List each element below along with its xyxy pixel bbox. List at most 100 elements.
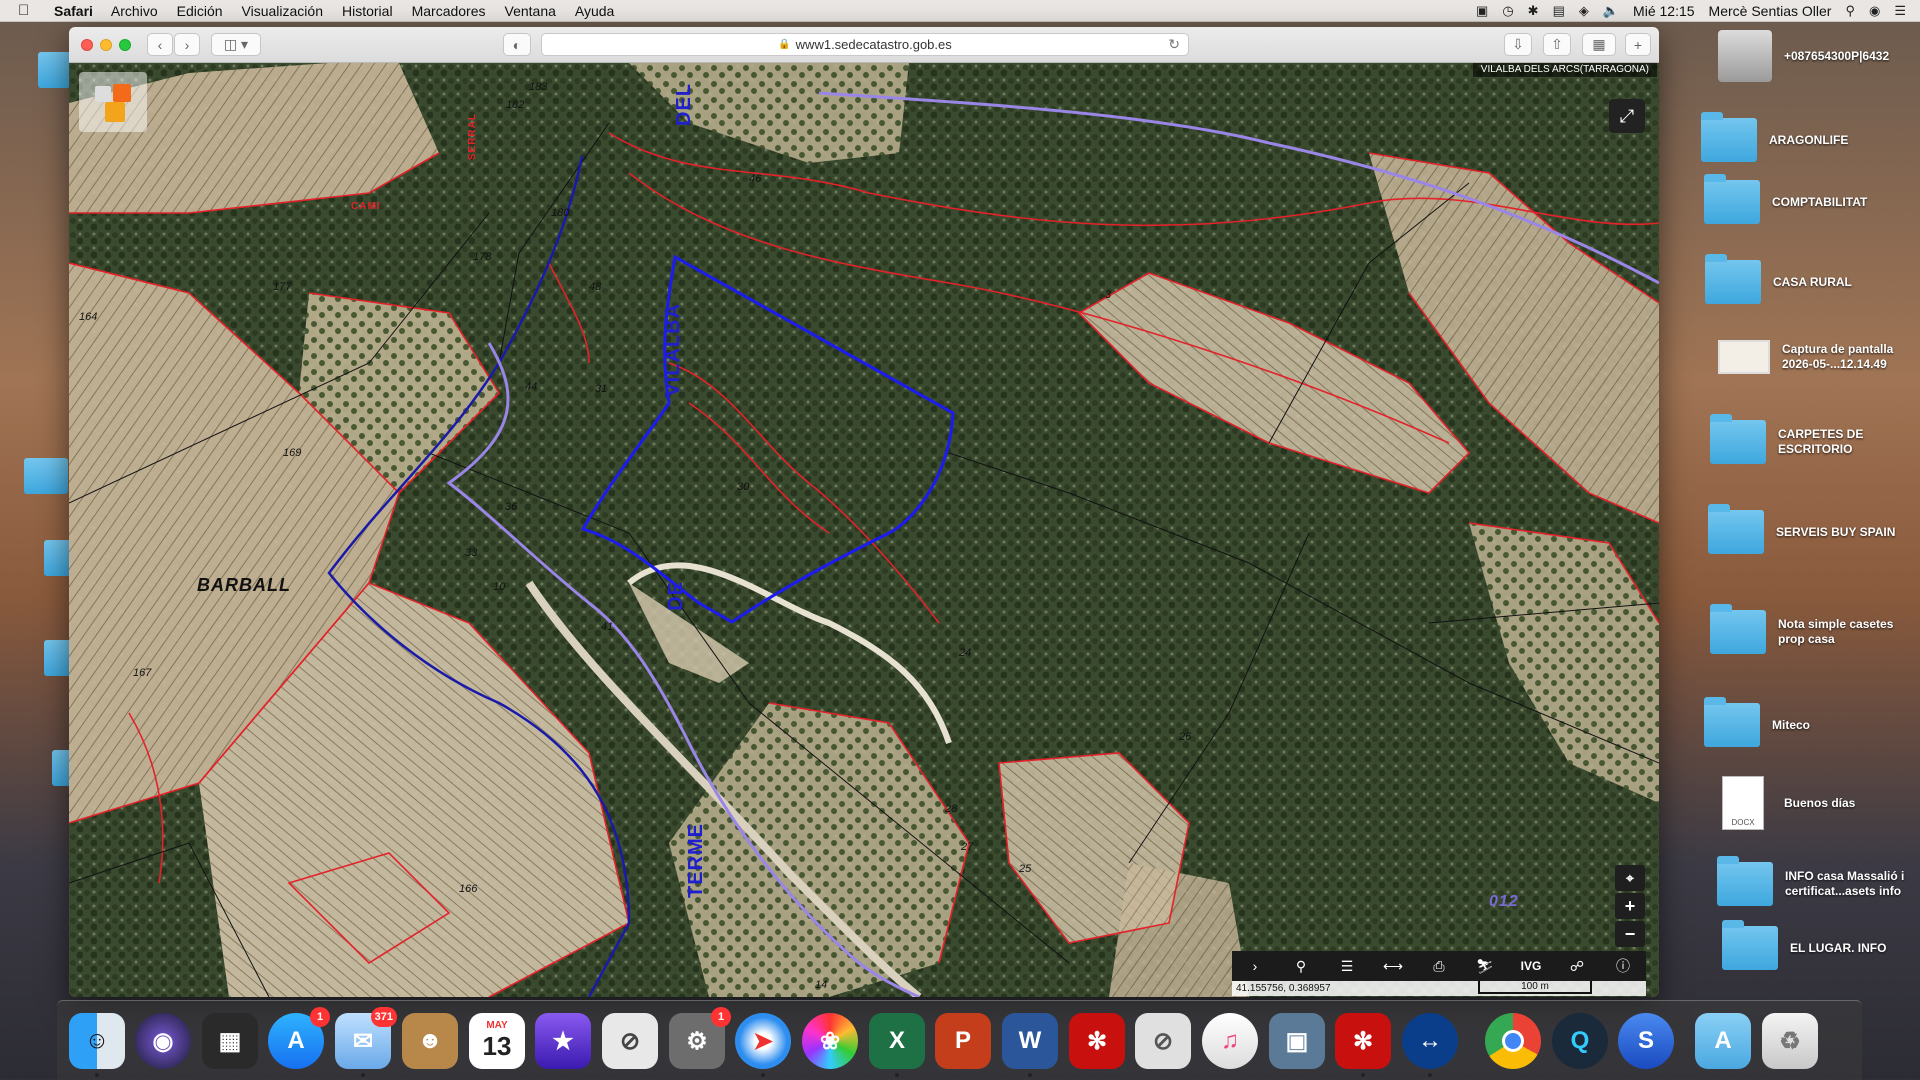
desktop-docx-file[interactable]: DOCX Buenos días bbox=[1722, 776, 1914, 830]
parcel-number[interactable]: 177 bbox=[273, 281, 291, 293]
parcel-number[interactable]: 164 bbox=[79, 311, 97, 323]
bluetooth-icon[interactable]: ✱ bbox=[1528, 3, 1539, 19]
parcel-number[interactable]: 178 bbox=[473, 251, 491, 263]
new-tab-button[interactable]: + bbox=[1625, 33, 1651, 56]
display-icon[interactable]: ▤ bbox=[1553, 3, 1565, 19]
locate-button[interactable]: ⌖ bbox=[1615, 865, 1645, 891]
info-icon[interactable]: ⓘ bbox=[1604, 956, 1642, 976]
notification-center-icon[interactable]: ☰ bbox=[1894, 3, 1906, 19]
zoom-in-button[interactable]: + bbox=[1615, 893, 1645, 919]
parcel-number[interactable]: 27 bbox=[961, 841, 973, 853]
restricted-app-icon[interactable]: ⊘ bbox=[1135, 1013, 1191, 1069]
parcel-number[interactable]: 30 bbox=[737, 481, 749, 493]
desktop-folder[interactable]: COMPTABILITAT bbox=[1704, 174, 1902, 224]
parcel-number[interactable]: 14 bbox=[815, 979, 827, 991]
share-button[interactable]: ⇧ bbox=[1543, 33, 1571, 56]
spotlight-icon[interactable]: ⚲ bbox=[1845, 3, 1855, 19]
menu-ayuda[interactable]: Ayuda bbox=[575, 3, 614, 19]
privacy-report-button[interactable]: ◐ bbox=[503, 33, 531, 56]
close-window-button[interactable] bbox=[81, 39, 93, 51]
siri-icon[interactable]: ◉ bbox=[135, 1013, 191, 1069]
parcel-number[interactable]: 46 bbox=[749, 173, 761, 185]
parcel-number[interactable]: 180 bbox=[551, 207, 569, 219]
app-menu-safari[interactable]: Safari bbox=[54, 3, 93, 19]
menu-edicion[interactable]: Edición bbox=[177, 3, 223, 19]
acrobat-icon[interactable]: ✻ bbox=[1069, 1013, 1125, 1069]
imovie-icon[interactable]: ★ bbox=[535, 1013, 591, 1069]
parcel-number[interactable]: 166 bbox=[459, 883, 477, 895]
powerpoint-icon[interactable]: P bbox=[935, 1013, 991, 1069]
parcel-number[interactable]: 24 bbox=[959, 647, 971, 659]
desktop-screenshot-file[interactable]: Captura de pantalla 2026-05-...12.14.49 bbox=[1718, 340, 1914, 374]
screen-icon[interactable]: ▣ bbox=[1476, 3, 1488, 19]
mission-control-icon[interactable]: ▦ bbox=[202, 1013, 258, 1069]
parcel-number[interactable]: 31 bbox=[595, 383, 607, 395]
desktop-folder[interactable]: CARPETES DE ESCRITORIO bbox=[1710, 414, 1898, 464]
desktop-folder[interactable]: INFO casa Massalió i certificat...asets … bbox=[1717, 856, 1915, 906]
chrome-icon[interactable] bbox=[1485, 1013, 1541, 1069]
wifi-icon[interactable]: ◈ bbox=[1579, 3, 1589, 19]
excel-icon[interactable]: X bbox=[869, 1013, 925, 1069]
finder-icon[interactable]: ☺ bbox=[69, 1013, 125, 1069]
measure-icon[interactable]: ⟷ bbox=[1374, 958, 1412, 975]
time-machine-icon[interactable]: ◷ bbox=[1502, 3, 1513, 19]
volume-icon[interactable]: 🔈 bbox=[1603, 3, 1619, 19]
desktop-folder-hidden[interactable] bbox=[24, 458, 68, 494]
parcel-number[interactable]: 182 bbox=[506, 99, 524, 111]
parcel-number[interactable]: 44 bbox=[525, 381, 537, 393]
print-icon[interactable]: ⎙ bbox=[1420, 958, 1458, 975]
parcel-number[interactable]: 169 bbox=[283, 447, 301, 459]
back-button[interactable]: ‹ bbox=[147, 33, 173, 56]
menu-ventana[interactable]: Ventana bbox=[505, 3, 556, 19]
desktop-folder[interactable]: Nota simple casetes prop casa bbox=[1710, 604, 1908, 654]
fullscreen-button[interactable]: ⤢ bbox=[1609, 99, 1645, 133]
desktop-folder[interactable]: CASA RURAL bbox=[1705, 254, 1903, 304]
teamviewer-icon[interactable]: ↔ bbox=[1402, 1013, 1458, 1069]
parcel-number[interactable]: 167 bbox=[133, 667, 151, 679]
sidebar-button[interactable]: ◫ ▾ bbox=[211, 33, 261, 56]
quicktime-icon[interactable]: Q bbox=[1552, 1013, 1608, 1069]
restricted-app-icon[interactable]: ⊘ bbox=[602, 1013, 658, 1069]
safari-icon[interactable]: ➤ bbox=[735, 1013, 791, 1069]
menu-clock[interactable]: Mié 12:15 bbox=[1633, 3, 1694, 19]
ivg-button[interactable]: IVG bbox=[1512, 959, 1550, 973]
reload-icon[interactable]: ↻ bbox=[1168, 36, 1180, 53]
zoom-out-button[interactable]: − bbox=[1615, 921, 1645, 947]
parcel-number[interactable]: 26 bbox=[1179, 731, 1191, 743]
parcel-number[interactable]: 3 bbox=[1105, 289, 1111, 301]
forward-button[interactable]: › bbox=[174, 33, 200, 56]
calendar-icon[interactable]: MAY 13 bbox=[469, 1013, 525, 1069]
desktop-folder[interactable]: EL LUGAR. INFO bbox=[1722, 920, 1920, 970]
word-icon[interactable]: W bbox=[1002, 1013, 1058, 1069]
cadastre-map[interactable]: VILALBA DELS ARCS(TARRAGONA) ⤢ BARBALL V… bbox=[69, 63, 1659, 997]
user-name[interactable]: Mercè Sentias Oller bbox=[1709, 3, 1832, 19]
mail-icon[interactable]: ✉ 371 bbox=[335, 1007, 397, 1069]
parcel-number[interactable]: 28 bbox=[945, 803, 957, 815]
parcel-number[interactable]: 25 bbox=[1019, 863, 1031, 875]
desktop-drive[interactable]: +087654300P|6432 bbox=[1718, 30, 1920, 82]
photos-icon[interactable]: ❀ bbox=[802, 1013, 858, 1069]
search-icon[interactable]: ⚲ bbox=[1282, 958, 1320, 975]
desktop-folder[interactable]: ARAGONLIFE bbox=[1701, 112, 1899, 162]
share-map-icon[interactable]: ☍ bbox=[1558, 958, 1596, 975]
expand-tools-button[interactable]: › bbox=[1236, 958, 1274, 974]
address-bar[interactable]: 🔒 www1.sedecatastro.gob.es ↻ bbox=[541, 33, 1189, 56]
tab-overview-button[interactable]: ▦ bbox=[1582, 33, 1616, 56]
menu-historial[interactable]: Historial bbox=[342, 3, 393, 19]
map-canvas[interactable] bbox=[69, 63, 1659, 997]
desktop-folder[interactable]: Miteco bbox=[1704, 697, 1902, 747]
siri-icon[interactable]: ◉ bbox=[1869, 3, 1880, 19]
layers-icon[interactable]: ☰ bbox=[1328, 958, 1366, 975]
app-store-icon[interactable]: A1 bbox=[268, 1007, 330, 1069]
skype-icon[interactable]: S bbox=[1618, 1013, 1674, 1069]
apple-menu-icon[interactable]:  bbox=[18, 2, 40, 19]
minimize-window-button[interactable] bbox=[100, 39, 112, 51]
maximize-window-button[interactable] bbox=[119, 39, 131, 51]
contacts-icon[interactable]: ☻ bbox=[402, 1013, 458, 1069]
applications-folder-icon[interactable]: A bbox=[1695, 1013, 1751, 1069]
music-icon[interactable]: ♫ bbox=[1202, 1013, 1258, 1069]
menu-archivo[interactable]: Archivo bbox=[111, 3, 158, 19]
trash-icon[interactable]: ♻ bbox=[1762, 1013, 1818, 1069]
menu-marcadores[interactable]: Marcadores bbox=[412, 3, 486, 19]
catastro-logo[interactable] bbox=[79, 72, 147, 132]
